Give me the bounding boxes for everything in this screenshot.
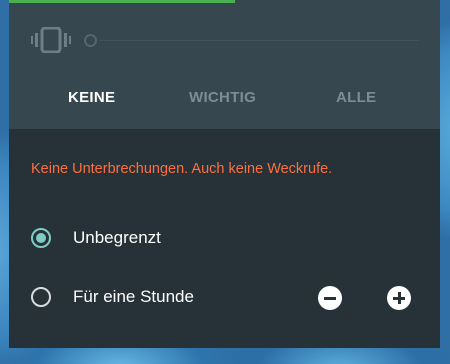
accent-bar	[9, 0, 235, 3]
panel-header: KEINE WICHTIG ALLE	[9, 0, 440, 129]
tab-keine[interactable]: KEINE	[68, 89, 115, 106]
minus-circle-icon[interactable]	[318, 286, 342, 310]
warning-text: Keine Unterbrechungen. Auch keine Weckru…	[31, 161, 333, 177]
minus-glyph	[324, 296, 336, 300]
volume-slider-knob[interactable]	[84, 34, 97, 47]
radio-fuer-eine-stunde[interactable]	[31, 287, 51, 307]
tab-alle[interactable]: ALLE	[336, 89, 376, 106]
vibrate-icon[interactable]	[31, 27, 71, 53]
interruptions-panel: KEINE WICHTIG ALLE Keine Unterbrechungen…	[9, 0, 440, 348]
tab-wichtig[interactable]: WICHTIG	[189, 89, 256, 106]
radio-unbegrenzt[interactable]	[31, 228, 51, 248]
option-label-fuer-eine-stunde[interactable]: Für eine Stunde	[73, 287, 194, 307]
plus-glyph-vertical	[397, 292, 401, 304]
option-label-unbegrenzt[interactable]: Unbegrenzt	[73, 228, 161, 248]
volume-slider-track[interactable]	[99, 40, 419, 41]
plus-circle-icon[interactable]	[387, 286, 411, 310]
